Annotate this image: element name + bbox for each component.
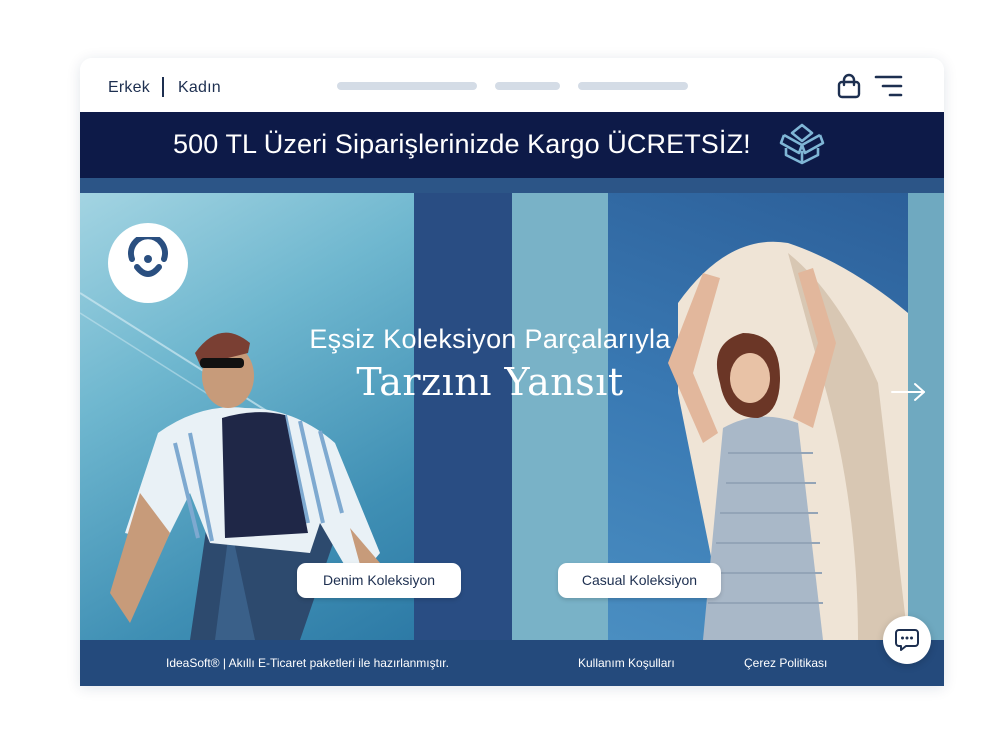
nav-placeholder-1 <box>337 82 477 90</box>
nav-placeholder-3 <box>578 82 688 90</box>
site-header: Erkek Kadın <box>80 58 944 112</box>
announcement-bar: 500 TL Üzeri Siparişlerinizde Kargo ÜCRE… <box>80 112 944 178</box>
gift-box-icon <box>779 123 825 165</box>
nav-placeholder-2 <box>495 82 560 90</box>
hero-subtitle: Eşsiz Koleksiyon Parçalarıyla <box>309 324 671 354</box>
free-shipping-text: 500 TL Üzeri Siparişlerinizde Kargo ÜCRE… <box>173 129 751 159</box>
nav-separator <box>162 77 164 97</box>
nav-link-kadin[interactable]: Kadın <box>178 79 221 97</box>
footer-credit: IdeaSoft® | Akıllı E-Ticaret paketleri i… <box>166 656 449 670</box>
brand-logo[interactable] <box>108 223 188 303</box>
shopping-bag-icon[interactable] <box>836 73 862 99</box>
hero-title: Tarzını Yansıt <box>356 360 624 404</box>
denim-collection-button[interactable]: Denim Koleksiyon <box>297 563 461 598</box>
arrow-right-icon[interactable] <box>890 381 928 403</box>
brand-logo-icon <box>128 237 168 277</box>
site-footer: IdeaSoft® | Akıllı E-Ticaret paketleri i… <box>80 640 944 686</box>
chat-button[interactable] <box>883 616 931 664</box>
chat-bubble-icon <box>895 629 919 651</box>
browser-frame: Erkek Kadın 500 TL Üzeri Siparişlerinizd… <box>80 58 944 686</box>
hero-next-peek <box>908 193 944 640</box>
hero-banner: Eşsiz Koleksiyon Parçalarıyla Tarzını Ya… <box>80 178 944 640</box>
footer-link-cookies[interactable]: Çerez Politikası <box>744 656 827 670</box>
footer-link-terms[interactable]: Kullanım Koşulları <box>578 656 675 670</box>
nav-link-erkek[interactable]: Erkek <box>108 79 150 97</box>
casual-collection-button[interactable]: Casual Koleksiyon <box>558 563 721 598</box>
menu-icon[interactable] <box>874 73 904 99</box>
